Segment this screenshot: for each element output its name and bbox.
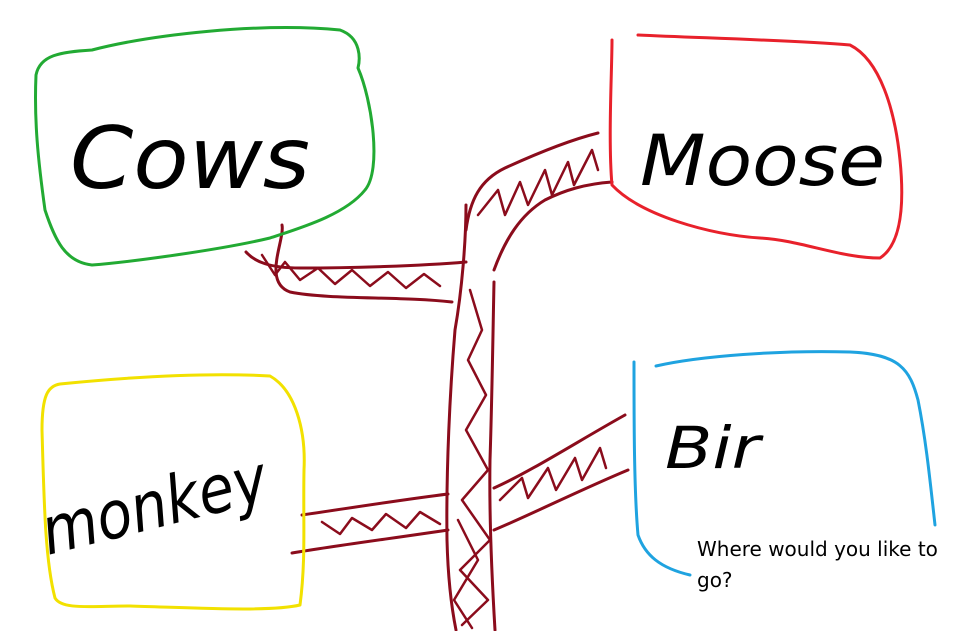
bird-label: Bir bbox=[665, 414, 764, 482]
monkey-branch-bottom-edge bbox=[290, 528, 450, 555]
monkey-branch-top-edge bbox=[300, 492, 450, 517]
trunk-zigzag bbox=[452, 288, 492, 630]
destination-prompt: Where would you like to go? bbox=[697, 537, 938, 592]
bird-branch-top-edge bbox=[492, 413, 627, 490]
trunk-right-edge bbox=[488, 280, 497, 631]
monkey-node[interactable]: monkey bbox=[33, 373, 306, 611]
cows-label: Cows bbox=[70, 109, 310, 209]
moose-branch-top-edge bbox=[464, 131, 600, 232]
map-canvas: Cows Moose monkey Bir Where would you li… bbox=[0, 0, 968, 631]
moose-node[interactable]: Moose bbox=[608, 33, 904, 260]
monkey-branch-zigzag bbox=[320, 510, 442, 536]
moose-label: Moose bbox=[640, 120, 885, 202]
cows-branch-zigzag bbox=[260, 253, 442, 290]
monkey-label: monkey bbox=[33, 440, 276, 571]
cows-node[interactable]: Cows bbox=[33, 26, 376, 267]
